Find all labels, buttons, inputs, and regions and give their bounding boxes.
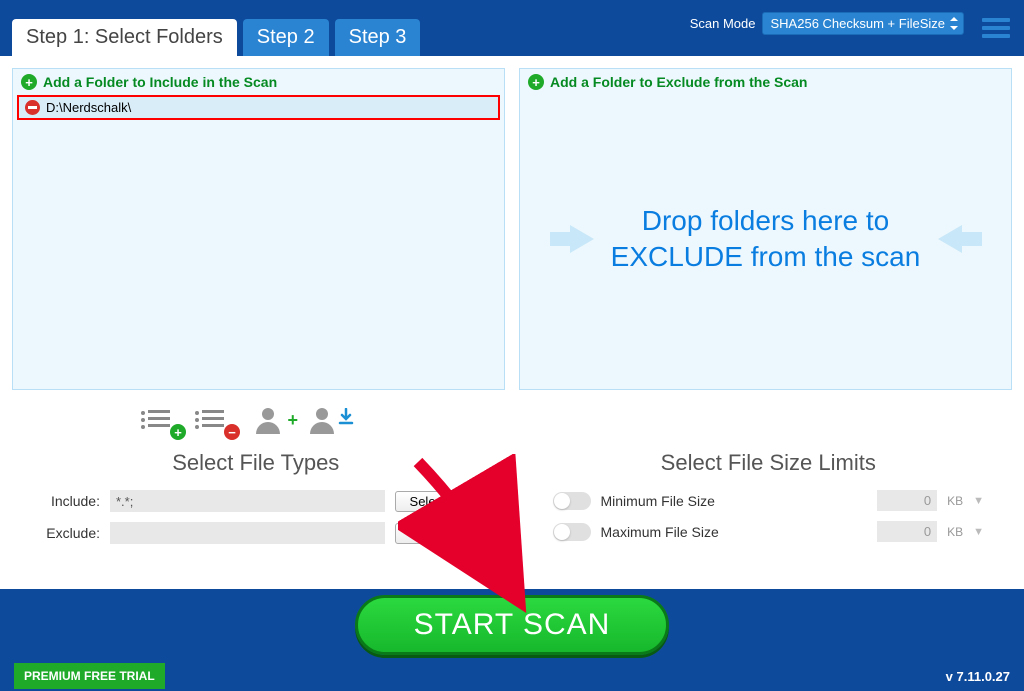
arrow-left-icon [938,225,962,253]
exclude-drop-zone[interactable]: Drop folders here to EXCLUDE from the sc… [530,99,1001,379]
plus-icon: + [21,74,37,90]
exclude-select-button[interactable]: Select... [395,523,472,544]
max-size-toggle[interactable] [553,523,591,541]
scan-mode-label: Scan Mode [690,16,756,31]
max-size-label: Maximum File Size [601,524,868,540]
include-types-input[interactable] [110,490,385,512]
scan-mode: Scan Mode SHA256 Checksum + FileSize [690,12,964,35]
top-bar: Step 1: Select Folders Step 2 Step 3 Sca… [0,0,1024,56]
min-size-input[interactable] [877,490,937,511]
plus-icon: + [528,74,544,90]
exclude-types-input[interactable] [110,522,385,544]
max-unit: KB [947,525,963,539]
remove-icon[interactable] [25,100,40,115]
remove-list-button[interactable]: − [202,408,238,438]
start-scan-button[interactable]: START SCAN [355,595,670,655]
version-label: v 7.11.0.27 [946,669,1010,684]
folder-path: D:\Nerdschalk\ [46,100,131,115]
exclude-drop-text: Drop folders here to EXCLUDE from the sc… [606,203,926,276]
add-exclude-label: Add a Folder to Exclude from the Scan [550,74,807,90]
arrow-right-icon [570,225,594,253]
scan-mode-select[interactable]: SHA256 Checksum + FileSize [762,12,965,35]
bottom-bar: PREMIUM FREE TRIAL v 7.11.0.27 [0,661,1024,691]
max-unit-dropdown[interactable]: ▼ [973,526,984,538]
tab-step1[interactable]: Step 1: Select Folders [12,19,237,56]
list-toolbar: + − + [0,408,1024,438]
add-include-label: Add a Folder to Include in the Scan [43,74,277,90]
trial-badge[interactable]: PREMIUM FREE TRIAL [14,663,165,689]
filters-section: Select File Types Include: Select... Exc… [0,438,1024,554]
size-limits-column: Select File Size Limits Minimum File Siz… [553,450,985,554]
download-user-button[interactable] [310,408,346,438]
hamburger-icon[interactable] [982,18,1010,40]
file-types-title: Select File Types [40,450,472,476]
min-size-toggle[interactable] [553,492,591,510]
size-limits-title: Select File Size Limits [553,450,985,476]
exclude-label: Exclude: [40,525,100,541]
folder-panels: + Add a Folder to Include in the Scan D:… [0,56,1024,402]
add-exclude-folder-button[interactable]: + Add a Folder to Exclude from the Scan [520,69,1011,95]
add-include-folder-button[interactable]: + Add a Folder to Include in the Scan [13,69,504,95]
add-list-button[interactable]: + [148,408,184,438]
min-unit: KB [947,494,963,508]
start-scan-bar: START SCAN [0,589,1024,661]
max-size-input[interactable] [877,521,937,542]
exclude-panel[interactable]: + Add a Folder to Exclude from the Scan … [519,68,1012,390]
add-user-button[interactable]: + [256,408,292,438]
include-select-button[interactable]: Select... [395,491,472,512]
tab-step2[interactable]: Step 2 [243,19,329,56]
min-unit-dropdown[interactable]: ▼ [973,495,984,507]
tab-step3[interactable]: Step 3 [335,19,421,56]
file-types-column: Select File Types Include: Select... Exc… [40,450,472,554]
min-size-label: Minimum File Size [601,493,868,509]
included-folder-row[interactable]: D:\Nerdschalk\ [17,95,500,120]
include-label: Include: [40,493,100,509]
divider [512,480,513,554]
include-panel: + Add a Folder to Include in the Scan D:… [12,68,505,390]
